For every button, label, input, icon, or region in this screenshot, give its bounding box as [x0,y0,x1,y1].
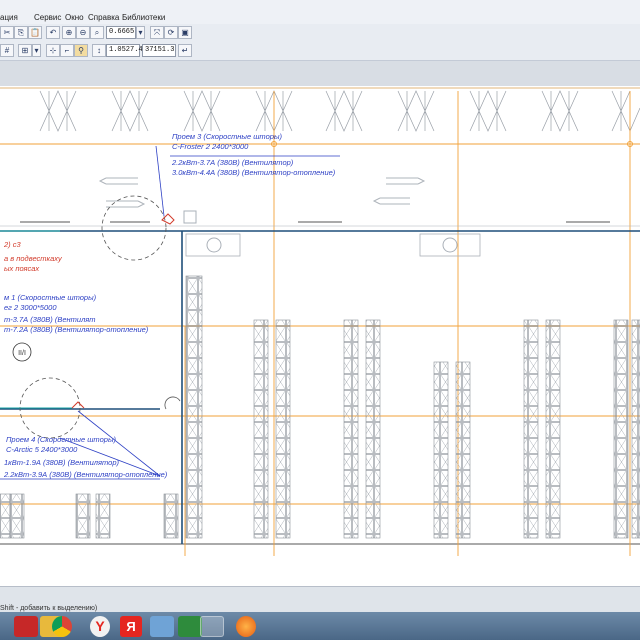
zoom-out-icon[interactable]: ⊖ [76,26,90,39]
acrobat-icon[interactable] [14,616,38,637]
zoom-window-icon[interactable]: ⌕ [90,26,104,39]
snap-dropdown-icon[interactable]: ▾ [32,44,41,57]
room1-line1: т-3.7А (380В) (Вентилят [4,315,96,324]
rack-column [545,319,561,539]
rack-column [523,319,539,539]
room4-title: Проем 4 (Скоростные шторы) [6,435,116,444]
undo-icon[interactable]: ↶ [46,26,60,39]
room4-line1: 1кВт-1.9А (380В) (Вентилятор) [4,458,120,467]
windows-taskbar: Y Я [0,612,640,640]
firefox-icon[interactable] [236,616,256,637]
menu-item-libraries[interactable]: Библиотеки [122,13,165,22]
rack-column [343,319,359,539]
rack-column [613,319,629,539]
rack-column [0,493,11,539]
rack-column [95,493,111,539]
chrome-icon[interactable] [52,616,72,637]
drawing-canvas[interactable]: II/I Проем 3 (Скоростные шторы) С-Froste… [0,86,640,586]
rack-column [253,319,269,539]
menu-item-help[interactable]: Справка [88,13,119,22]
local-cs-icon[interactable]: ↕ [92,44,106,57]
status-bar: Shift - добавить к выделению) [0,586,640,613]
rack-column [631,319,640,539]
room3-title: Проем 3 (Скоростные шторы) [172,132,282,141]
cad-icon[interactable] [200,616,224,637]
room1-model: ег 2 3000*5000 [4,303,57,312]
orange-guide-lines [0,91,640,556]
copy-icon[interactable]: ⎘ [14,26,28,39]
drawing-area-border [0,61,640,86]
apply-coords-icon[interactable]: ↵ [178,44,192,57]
coord-y-field[interactable]: 37151.3 [142,44,176,57]
floor-plan-drawing: II/I Проем 3 (Скоростные шторы) С-Froste… [0,87,640,556]
machine-block-1-circle [206,237,222,253]
traffic-arrows [98,177,426,208]
rack-column [455,361,471,539]
red-note-1: а в подвесткаху [4,254,63,263]
ortho-icon[interactable]: ⊞ [18,44,32,57]
red-marker-2 [71,401,85,409]
detail-circle-1 [101,195,167,261]
menu-item-service[interactable]: Сервис [34,13,61,22]
storage-racks [0,275,640,539]
grid-icon[interactable]: # [0,44,14,57]
yandex-browser-icon[interactable]: Y [90,616,110,637]
rack-column [163,493,179,539]
snap-active-icon[interactable]: ⚲ [74,44,88,57]
room4-model: C-Arctic 5 2400*3000 [6,445,78,454]
machine-block-1 [185,233,241,257]
rack-column [185,275,203,539]
rack-column [9,493,25,539]
toolbar-snap: # ⊞ ▾ ⊹ ⌐ ⚲ ↕ 1.0527.4 37151.3 ↵ [0,42,640,61]
door-swing [164,396,181,410]
menu-bar: ация Сервис Окно Справка Библиотеки [0,0,640,24]
rack-column [275,319,291,539]
room4-line2: 2.2кВт-3.9А (380В) (Вентилятор-отопление… [3,470,168,479]
menu-item-tools-partial[interactable]: ация [0,13,18,22]
rack-column [433,361,449,539]
coord-x-field[interactable]: 1.0527.4 [106,44,143,57]
fit-view-icon[interactable]: ▣ [178,26,192,39]
paint-icon[interactable] [150,616,174,637]
machine-block-2-circle [442,237,458,253]
toolbar-standard: ✂ ⎘ 📋 ↶ ⊕ ⊖ ⌕ 0.6665 ▾ ⤧ ⟳ ▣ [0,24,640,43]
zoom-in-icon[interactable]: ⊕ [62,26,76,39]
roof-truss-pattern [39,90,640,132]
small-box [183,210,197,224]
yandex-icon[interactable]: Я [120,616,142,637]
pan-icon[interactable]: ⤧ [150,26,164,39]
red-label: 2) с3 [3,240,22,249]
excel-icon[interactable] [178,616,202,637]
rack-column [365,319,381,539]
menu-item-window[interactable]: Окно [65,13,84,22]
paste-icon[interactable]: 📋 [28,26,42,39]
round-icon[interactable]: ⌐ [60,44,74,57]
room3-line2: 3.0кВт-4.4А (380В) (Вентилятор-отопление… [172,168,336,177]
section-marker-label: II/I [18,350,26,357]
machine-block-2 [419,233,481,257]
rack-column [75,493,91,539]
zoom-dropdown-icon[interactable]: ▾ [136,26,145,39]
room3-model: С-Froster 2 2400*3000 [172,142,249,151]
room1-line2: т-7.2А (380В) (Вентилятор-отопление) [4,325,149,334]
refresh-icon[interactable]: ⟳ [164,26,178,39]
cut-icon[interactable]: ✂ [0,26,14,39]
room1-title: м 1 (Скоростные шторы) [4,293,97,302]
red-note-2: ых поясах [4,264,39,273]
room3-line1: 2.2кВт-3.7А (380В) (Вентилятор) [171,158,294,167]
wall-gate-line [0,221,640,232]
status-hint: Shift - добавить к выделению) [0,605,98,612]
zoom-value-field[interactable]: 0.6665 [106,26,136,39]
coords-icon[interactable]: ⊹ [46,44,60,57]
